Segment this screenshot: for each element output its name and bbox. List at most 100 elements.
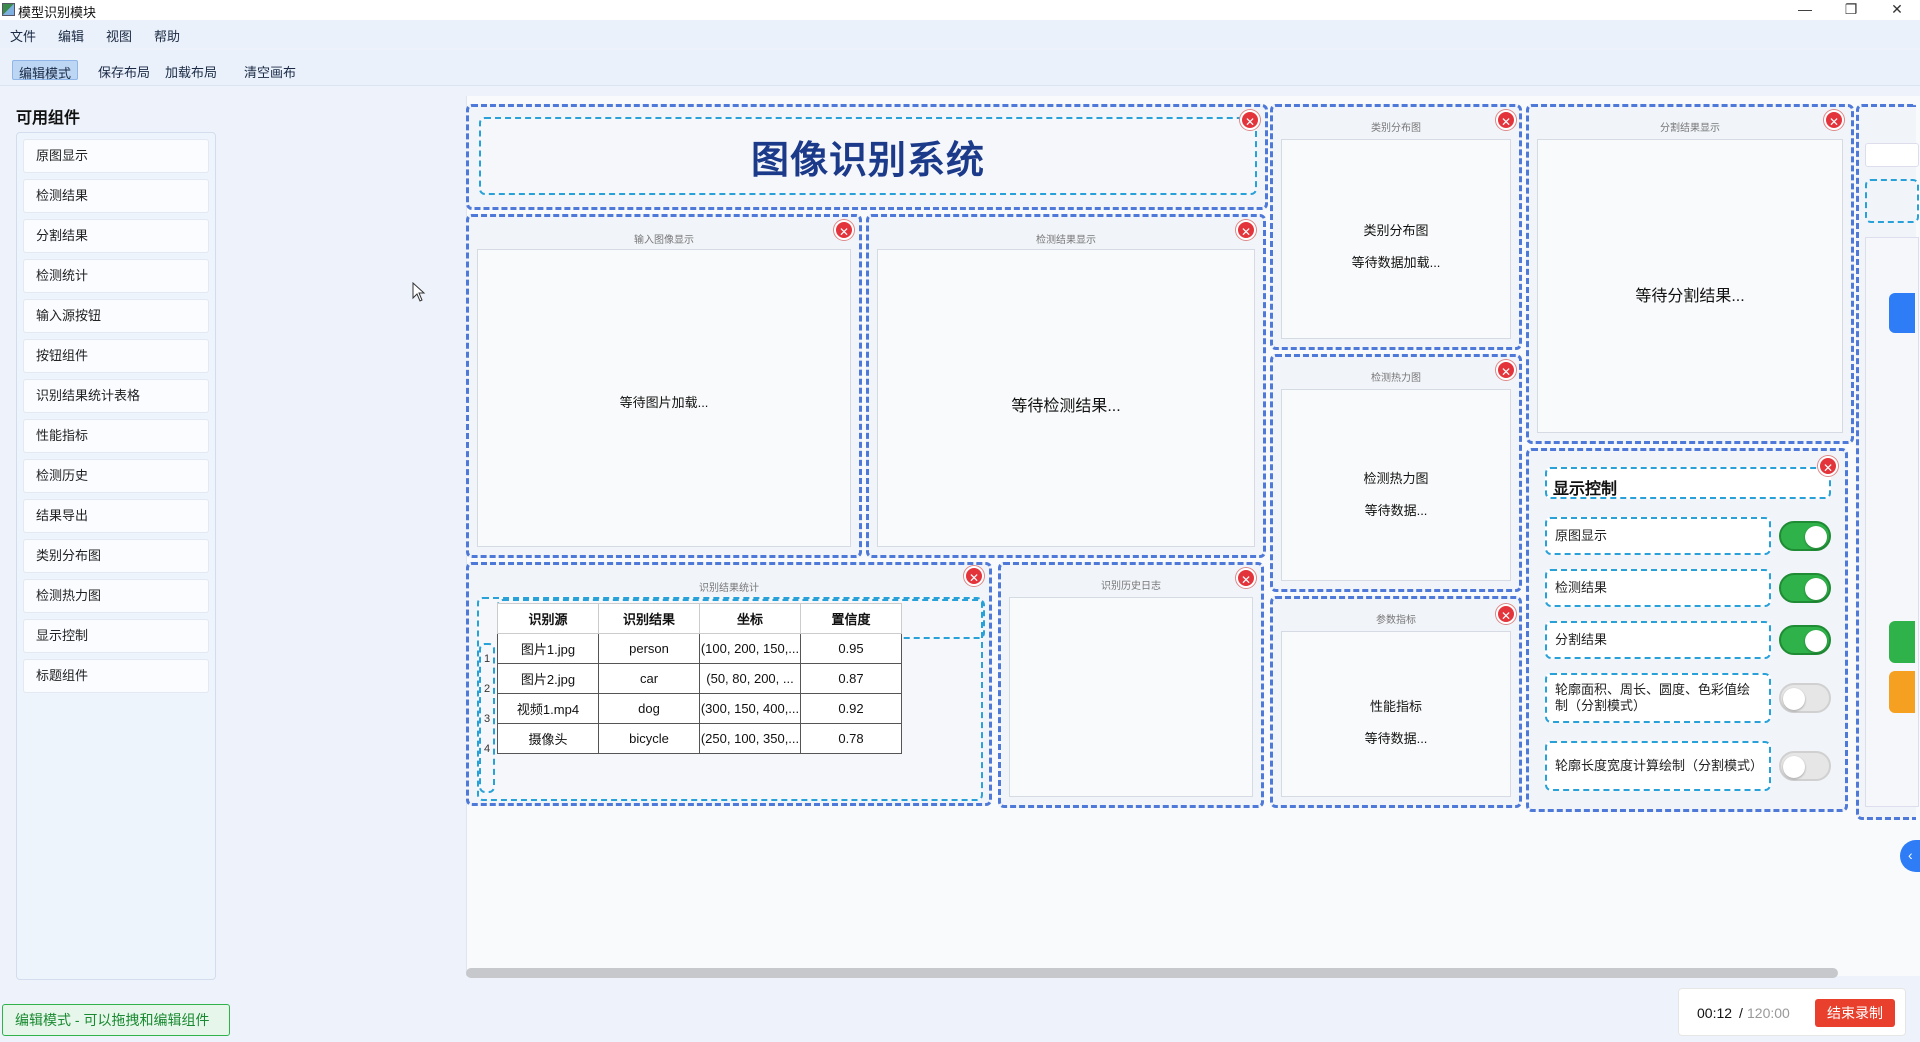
metrics-view: 性能指标 等待数据...	[1281, 631, 1511, 797]
component-item[interactable]: 检测结果	[23, 179, 209, 213]
close-window-icon[interactable]: ✕	[1874, 0, 1920, 20]
table-cell[interactable]: 摄像头	[497, 723, 599, 754]
menu-help[interactable]: 帮助	[154, 26, 180, 45]
toggle-original[interactable]	[1779, 521, 1831, 551]
table-cell[interactable]: (250, 100, 350,...	[699, 723, 801, 754]
table-cell[interactable]: 0.87	[800, 663, 902, 694]
close-widget-icon[interactable]: ✕	[1496, 360, 1516, 380]
restore-icon[interactable]: ❐	[1828, 0, 1874, 20]
input-image-widget[interactable]: 输入图像显示 等待图片加载...	[466, 214, 862, 558]
component-item[interactable]: 识别结果统计表格	[23, 379, 209, 413]
column-header[interactable]: 识别源	[497, 603, 599, 634]
toggle-segment[interactable]	[1779, 625, 1831, 655]
record-elapsed: 00:12	[1697, 1005, 1733, 1021]
table-cell[interactable]: 0.95	[800, 633, 902, 664]
detect-result-widget[interactable]: 检测结果显示 等待检测结果...	[866, 214, 1266, 558]
column-header[interactable]: 置信度	[800, 603, 902, 634]
clipped-widget[interactable]	[1856, 104, 1919, 820]
recorder-widget: 00:12 / 120:00 结束录制	[1678, 988, 1906, 1036]
row-number: 4	[484, 743, 491, 755]
placeholder-text: 等待图片加载...	[619, 395, 709, 410]
clipped-field	[1865, 143, 1919, 167]
table-cell[interactable]: bicycle	[598, 723, 700, 754]
clear-canvas-button[interactable]: 清空画布	[238, 60, 302, 80]
heatmap-widget[interactable]: 检测热力图 检测热力图 等待数据...	[1270, 354, 1522, 592]
table-cell[interactable]: (50, 80, 200, ...	[699, 663, 801, 694]
component-item[interactable]: 检测热力图	[23, 579, 209, 613]
clipped-orange-button[interactable]	[1889, 671, 1915, 713]
widget-title: 识别结果统计	[699, 583, 759, 594]
close-widget-icon[interactable]: ✕	[1824, 110, 1844, 130]
component-item[interactable]: 结果导出	[23, 499, 209, 533]
widget-title: 检测热力图	[1371, 373, 1421, 384]
table-row[interactable]: 图片1.jpg person (100, 200, 150,... 0.95	[497, 633, 902, 664]
table-cell[interactable]: person	[598, 633, 700, 664]
minimize-icon[interactable]: —	[1782, 0, 1828, 20]
table-cell[interactable]: 图片1.jpg	[497, 633, 599, 664]
component-item[interactable]: 性能指标	[23, 419, 209, 453]
toggle-contour-length[interactable]	[1779, 751, 1831, 781]
segment-result-widget[interactable]: 分割结果显示 等待分割结果...	[1526, 104, 1854, 444]
widget-title: 类别分布图	[1371, 123, 1421, 134]
menu-file[interactable]: 文件	[10, 26, 36, 45]
performance-metrics-widget[interactable]: 参数指标 性能指标 等待数据...	[1270, 596, 1522, 808]
component-item[interactable]: 按钮组件	[23, 339, 209, 373]
stop-recording-button[interactable]: 结束录制	[1815, 999, 1895, 1027]
close-widget-icon[interactable]: ✕	[1496, 604, 1516, 624]
toggle-detect[interactable]	[1779, 573, 1831, 603]
table-cell[interactable]: (300, 150, 400,...	[699, 693, 801, 724]
toggle-row-contour-length: 轮廓长度宽度计算绘制（分割模式）	[1545, 741, 1831, 791]
placeholder-text: 等待分割结果...	[1635, 288, 1745, 305]
table-cell[interactable]: 0.92	[800, 693, 902, 724]
column-header[interactable]: 坐标	[699, 603, 801, 634]
component-item[interactable]: 类别分布图	[23, 539, 209, 573]
menu-view[interactable]: 视图	[106, 26, 132, 45]
recognition-stats-widget[interactable]: 识别结果统计 识别源 识别结果 坐标 置信度 图片1.jpg person (1…	[466, 562, 992, 806]
title-bar: 模型识别模块 — ❐ ✕	[0, 0, 1920, 20]
component-item[interactable]: 原图显示	[23, 139, 209, 173]
table-cell[interactable]: 图片2.jpg	[497, 663, 599, 694]
close-widget-icon[interactable]: ✕	[834, 220, 854, 240]
widget-title: 识别历史日志	[1101, 581, 1161, 592]
close-widget-icon[interactable]: ✕	[1240, 110, 1260, 130]
horizontal-scrollbar[interactable]	[466, 968, 1838, 978]
toggle-row-contour-area: 轮廓面积、周长、圆度、色彩值绘制（分割模式）	[1545, 673, 1831, 723]
save-layout-button[interactable]: 保存布局	[92, 60, 156, 80]
component-item[interactable]: 检测历史	[23, 459, 209, 493]
result-view: 等待检测结果...	[877, 249, 1255, 547]
close-widget-icon[interactable]: ✕	[1236, 568, 1256, 588]
table-cell[interactable]: 0.78	[800, 723, 902, 754]
close-widget-icon[interactable]: ✕	[1818, 456, 1838, 476]
display-control-widget[interactable]: 显示控制 原图显示 检测结果 分割结果 轮廓面积、周长、圆度、色彩值绘制（分割模…	[1526, 448, 1848, 812]
component-item[interactable]: 标题组件	[23, 659, 209, 693]
row-number: 2	[484, 683, 491, 695]
component-item[interactable]: 显示控制	[23, 619, 209, 653]
clipped-blue-button[interactable]	[1889, 293, 1915, 333]
segment-view: 等待分割结果...	[1537, 139, 1843, 433]
component-item[interactable]: 分割结果	[23, 219, 209, 253]
widget-title: 参数指标	[1376, 615, 1416, 626]
component-item[interactable]: 输入源按钮	[23, 299, 209, 333]
close-widget-icon[interactable]: ✕	[964, 566, 984, 586]
toggle-contour-area[interactable]	[1779, 683, 1831, 713]
table-cell[interactable]: car	[598, 663, 700, 694]
history-log-widget[interactable]: 识别历史日志	[998, 562, 1264, 808]
category-distribution-widget[interactable]: 类别分布图 类别分布图 等待数据加载...	[1270, 104, 1522, 350]
toggle-row-detect: 检测结果	[1545, 569, 1831, 607]
table-row[interactable]: 图片2.jpg car (50, 80, 200, ... 0.87	[497, 663, 902, 694]
clipped-green-button[interactable]	[1889, 621, 1915, 663]
column-header[interactable]: 识别结果	[598, 603, 700, 634]
load-layout-button[interactable]: 加载布局	[159, 60, 223, 80]
title-widget[interactable]: 图像识别系统	[466, 104, 1268, 210]
table-row[interactable]: 摄像头 bicycle (250, 100, 350,... 0.78	[497, 723, 902, 754]
table-cell[interactable]: 视频1.mp4	[497, 693, 599, 724]
table-cell[interactable]: (100, 200, 150,...	[699, 633, 801, 664]
table-row[interactable]: 视频1.mp4 dog (300, 150, 400,... 0.92	[497, 693, 902, 724]
close-widget-icon[interactable]: ✕	[1236, 220, 1256, 240]
chart-label: 类别分布图	[1363, 223, 1429, 238]
close-widget-icon[interactable]: ✕	[1496, 110, 1516, 130]
menu-edit[interactable]: 编辑	[58, 26, 84, 45]
table-cell[interactable]: dog	[598, 693, 700, 724]
component-item[interactable]: 检测统计	[23, 259, 209, 293]
edit-mode-button[interactable]: 编辑模式	[12, 60, 79, 81]
